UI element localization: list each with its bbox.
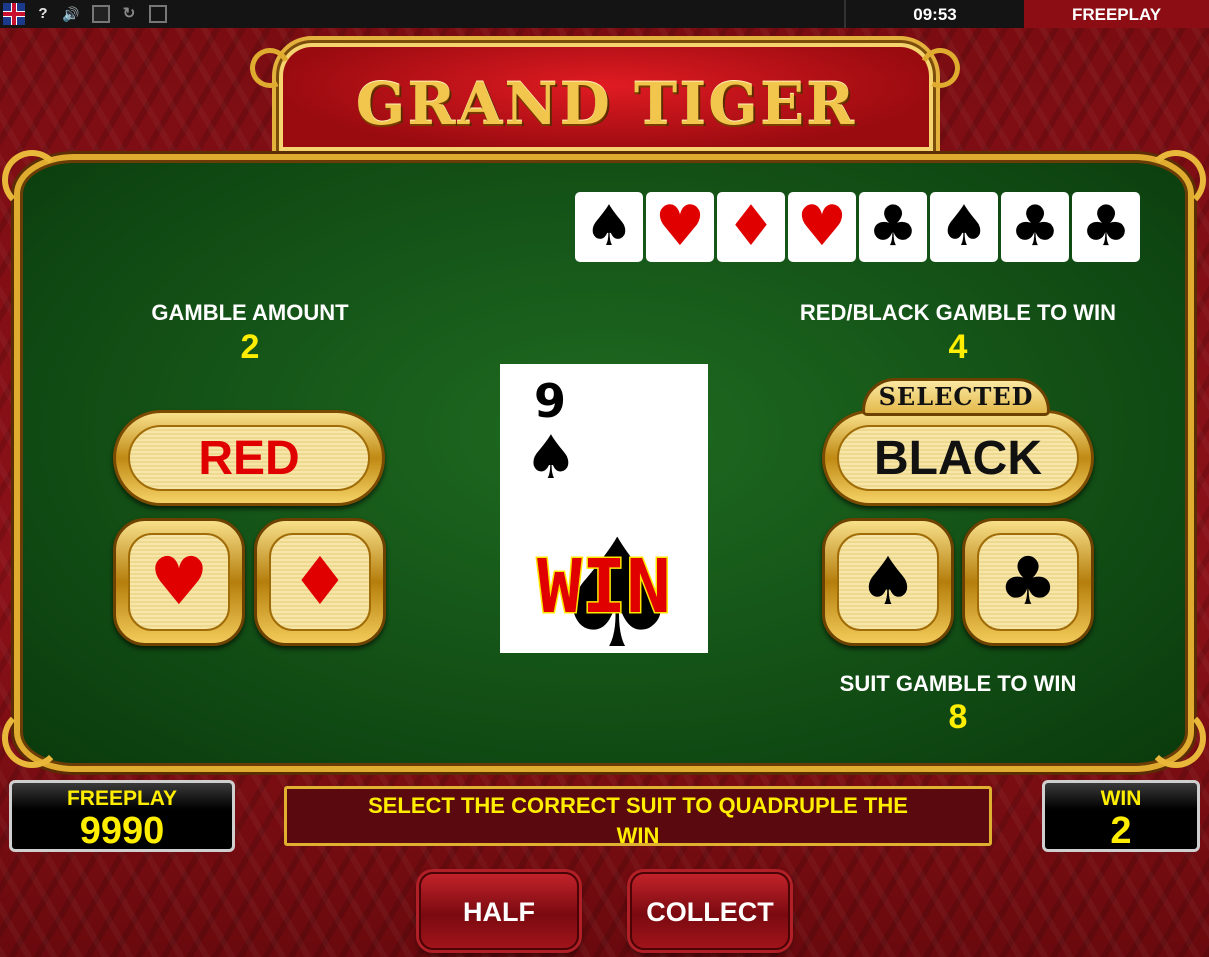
drawn-card: 9 ♠ ♠ WIN (500, 364, 708, 653)
red-black-value: 4 (948, 328, 968, 366)
gamble-amount-value: 2 (240, 328, 260, 366)
reload-icon[interactable]: ↻ (118, 3, 140, 25)
gamble-amount-label: GAMBLE AMOUNT (151, 300, 349, 325)
win-result-label: WIN (536, 543, 673, 632)
diamond-icon: ♦ (269, 533, 371, 631)
message-bar: SELECT THE CORRECT SUIT TO QUADRUPLE THE… (284, 786, 992, 848)
flag-icon[interactable] (3, 3, 25, 25)
stop-icon[interactable] (90, 3, 112, 25)
mode-label: FREEPLAY (1024, 0, 1209, 28)
fullscreen-icon[interactable] (147, 3, 169, 25)
club-icon: ♣ (977, 533, 1079, 631)
win-label: WIN (1100, 787, 1142, 810)
suit-gamble-label: SUIT GAMBLE TO WIN (839, 671, 1077, 696)
game-title: GRAND TIGER (355, 70, 857, 138)
suit-gamble-value: 8 (948, 698, 968, 736)
card-rank: 9 (534, 374, 567, 428)
corner-ornament (1146, 708, 1206, 768)
balance-value: 9990 (79, 810, 165, 852)
black-button[interactable]: BLACK (822, 410, 1094, 506)
history-card: ♠ (575, 192, 643, 262)
clock: 09:53 (844, 0, 1024, 28)
corner-ornament (2, 150, 62, 210)
system-bar: ? 🔊 ↻ 09:53 FREEPLAY (0, 0, 1209, 28)
spade-icon: ♠ (837, 533, 939, 631)
history-card: ♣ (859, 192, 927, 262)
red-black-label: RED/BLACK GAMBLE TO WIN (799, 300, 1117, 325)
history-card: ♦ (717, 192, 785, 262)
red-button-label: RED (128, 425, 370, 491)
win-value: 2 (1110, 810, 1132, 852)
balance-label: FREEPLAY (66, 787, 178, 810)
half-button[interactable]: HALF (419, 872, 579, 950)
black-button-label: BLACK (837, 425, 1079, 491)
title-banner: GRAND TIGER (272, 36, 940, 158)
history-card: ♠ (930, 192, 998, 262)
card-suit-icon: ♠ (524, 423, 578, 493)
history-card: ♥ (646, 192, 714, 262)
collect-button[interactable]: COLLECT (630, 872, 790, 950)
diamonds-button[interactable]: ♦ (254, 518, 386, 646)
spades-button[interactable]: ♠ (822, 518, 954, 646)
history-card: ♣ (1001, 192, 1069, 262)
history-card: ♣ (1072, 192, 1140, 262)
help-icon[interactable]: ? (32, 3, 54, 25)
card-history: ♠ ♥ ♦ ♥ ♣ ♠ ♣ ♣ (575, 192, 1140, 262)
heart-icon: ♥ (128, 533, 230, 631)
balance-box: FREEPLAY 9990 (9, 780, 235, 852)
corner-ornament (1146, 150, 1206, 210)
history-card: ♥ (788, 192, 856, 262)
win-box: WIN 2 (1042, 780, 1200, 852)
clubs-button[interactable]: ♣ (962, 518, 1094, 646)
selected-badge: SELECTED (862, 378, 1050, 416)
hearts-button[interactable]: ♥ (113, 518, 245, 646)
corner-ornament (2, 708, 62, 768)
red-button[interactable]: RED (113, 410, 385, 506)
sound-icon[interactable]: 🔊 (60, 3, 82, 25)
